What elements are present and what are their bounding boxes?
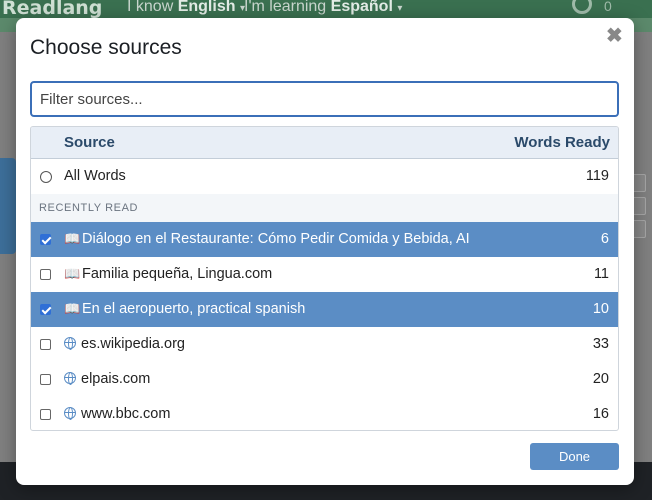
source-row[interactable]: 📖 Diálogo en el Restaurante: Cómo Pedir C… bbox=[31, 222, 618, 257]
filter-sources-input[interactable] bbox=[30, 81, 619, 117]
source-count: 6 bbox=[600, 231, 609, 247]
choose-sources-dialog: Choose sources ✖ Source Words Ready All … bbox=[16, 18, 634, 485]
column-header-source: Source bbox=[64, 134, 115, 151]
done-button[interactable]: Done bbox=[530, 443, 619, 470]
learning-language-selector[interactable]: I'm learning Español ▾ bbox=[244, 0, 402, 16]
source-count: 11 bbox=[593, 266, 609, 282]
all-words-radio[interactable] bbox=[40, 171, 52, 183]
background-control bbox=[632, 220, 646, 238]
all-words-label: All Words bbox=[64, 168, 126, 184]
source-label: Familia pequeña, Lingua.com bbox=[82, 266, 273, 282]
notification-count: 0 bbox=[604, 0, 612, 14]
background-panel bbox=[0, 158, 16, 254]
source-checkbox[interactable] bbox=[40, 374, 51, 385]
column-header-words-ready: Words Ready bbox=[514, 134, 610, 151]
dialog-title: Choose sources bbox=[30, 36, 182, 59]
source-count: 33 bbox=[592, 336, 609, 352]
background-control bbox=[632, 174, 646, 192]
source-checkbox[interactable] bbox=[40, 409, 51, 420]
source-label: Diálogo en el Restaurante: Cómo Pedir Co… bbox=[82, 231, 470, 247]
book-icon: 📖 bbox=[64, 301, 81, 316]
source-row[interactable]: 📖 Familia pequeña, Lingua.com 11 bbox=[31, 257, 618, 292]
source-checkbox[interactable] bbox=[40, 304, 51, 315]
source-count: 20 bbox=[592, 371, 609, 387]
source-checkbox[interactable] bbox=[40, 269, 51, 280]
notification-icon[interactable] bbox=[572, 0, 592, 14]
all-words-row[interactable]: All Words 119 bbox=[31, 159, 618, 194]
source-row[interactable]: 📖 En el aeropuerto, practical spanish 10 bbox=[31, 292, 618, 327]
book-icon: 📖 bbox=[64, 266, 81, 281]
source-count: 16 bbox=[592, 406, 609, 422]
source-label: www.bbc.com bbox=[81, 406, 171, 422]
close-icon[interactable]: ✖ bbox=[606, 26, 623, 46]
globe-icon bbox=[64, 372, 76, 385]
table-header: Source Words Ready bbox=[31, 127, 618, 159]
section-label: RECENTLY READ bbox=[39, 202, 139, 214]
source-label: En el aeropuerto, practical spanish bbox=[82, 301, 306, 317]
source-row[interactable]: www.bbc.com 16 bbox=[31, 397, 618, 430]
source-checkbox[interactable] bbox=[40, 234, 51, 245]
native-language-selector[interactable]: I know English ▾ bbox=[127, 0, 245, 16]
book-icon: 📖 bbox=[64, 231, 81, 246]
source-count: 10 bbox=[592, 301, 609, 317]
sources-table: Source Words Ready All Words 119 RECENTL… bbox=[30, 126, 619, 431]
chevron-down-icon: ▾ bbox=[397, 3, 403, 14]
source-row[interactable]: es.wikipedia.org 33 bbox=[31, 327, 618, 362]
all-words-count: 119 bbox=[585, 168, 609, 184]
globe-icon bbox=[64, 337, 76, 350]
section-recently-read: RECENTLY READ bbox=[31, 194, 618, 222]
source-label: es.wikipedia.org bbox=[81, 336, 185, 352]
source-checkbox[interactable] bbox=[40, 339, 51, 350]
app-header: Readlang I know English ▾ I'm learning E… bbox=[0, 0, 652, 19]
app-logo[interactable]: Readlang bbox=[2, 0, 102, 19]
source-label: elpais.com bbox=[81, 371, 151, 387]
globe-icon bbox=[64, 407, 76, 420]
background-control bbox=[632, 197, 646, 215]
source-row[interactable]: elpais.com 20 bbox=[31, 362, 618, 397]
